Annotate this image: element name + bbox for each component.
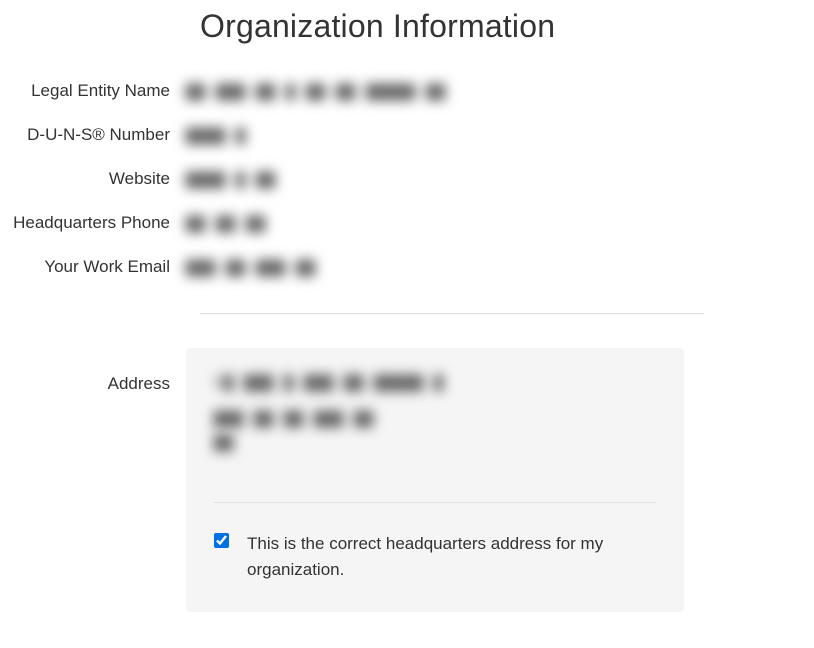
confirm-address-row: This is the correct headquarters address…: [214, 531, 656, 584]
value-legal-entity-name: ██ ███ ██ █ ██ ██ █████ ██: [186, 81, 814, 101]
value-website: ████ █ ██: [186, 169, 814, 189]
label-hq-phone: Headquarters Phone: [0, 213, 186, 233]
row-hq-phone: Headquarters Phone ██ ██ ██: [0, 213, 814, 233]
label-duns-number: D-U-N-S® Number: [0, 125, 186, 145]
label-address: Address: [0, 348, 186, 394]
label-work-email: Your Work Email: [0, 257, 186, 277]
value-hq-phone: ██ ██ ██: [186, 213, 814, 233]
address-box: R█ ███ █ ███ ██ █████ █ ███ ██ ██ ███ ██…: [186, 348, 684, 612]
row-legal-entity-name: Legal Entity Name ██ ███ ██ █ ██ ██ ████…: [0, 81, 814, 101]
value-duns-number: ████ █: [186, 125, 814, 145]
row-work-email: Your Work Email ███ ██ ███ ██: [0, 257, 814, 277]
value-work-email: ███ ██ ███ ██: [186, 257, 814, 277]
section-divider: [200, 313, 704, 314]
row-address: Address R█ ███ █ ███ ██ █████ █ ███ ██ █…: [0, 348, 814, 612]
confirm-address-label: This is the correct headquarters address…: [247, 531, 656, 584]
address-inner-divider: [214, 502, 656, 503]
label-legal-entity-name: Legal Entity Name: [0, 81, 186, 101]
confirm-address-checkbox[interactable]: [214, 533, 229, 548]
row-website: Website ████ █ ██: [0, 169, 814, 189]
page-title: Organization Information: [200, 8, 814, 45]
address-content: R█ ███ █ ███ ██ █████ █ ███ ██ ██ ███ ██…: [214, 374, 656, 474]
row-duns-number: D-U-N-S® Number ████ █: [0, 125, 814, 145]
label-website: Website: [0, 169, 186, 189]
